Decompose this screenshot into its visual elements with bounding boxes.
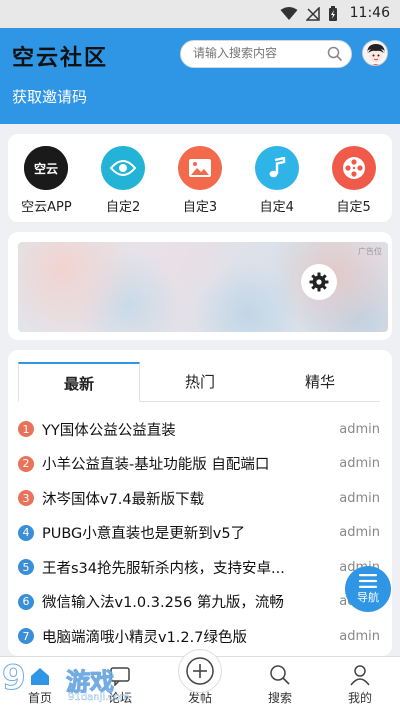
tab-label: 论坛 bbox=[107, 691, 132, 705]
banner-card: 广告位 bbox=[8, 232, 392, 340]
app-logo-icon: 空云 bbox=[24, 146, 69, 190]
list-item[interactable]: 2 小羊公益直装-基址功能版 自配端口 admin bbox=[18, 447, 380, 482]
quick-link-custom4[interactable]: 自定4 bbox=[241, 146, 313, 215]
tab-search[interactable]: 搜索 bbox=[240, 657, 320, 710]
search-bar[interactable] bbox=[180, 40, 352, 68]
rank-badge: 3 bbox=[18, 490, 34, 507]
tab-hot[interactable]: 热门 bbox=[140, 362, 260, 401]
quick-link-label: 自定5 bbox=[336, 200, 371, 215]
post-feed-card: 最新 热门 精华 1 YY国体公益公益直装 admin 2 小羊公益直装-基址功… bbox=[8, 350, 392, 656]
quick-link-label: 空云APP bbox=[21, 200, 72, 215]
rank-badge: 5 bbox=[18, 559, 34, 576]
plus-circle-icon bbox=[178, 649, 222, 693]
battery-icon bbox=[329, 6, 337, 21]
tab-post[interactable]: 发帖 bbox=[160, 649, 240, 710]
bottom-tab-bar: 首页 论坛 发帖 搜索 我的 bbox=[0, 649, 400, 710]
ad-tag: 广告位 bbox=[358, 247, 382, 256]
quick-link-custom3[interactable]: 自定3 bbox=[164, 146, 236, 215]
tab-latest[interactable]: 最新 bbox=[18, 362, 140, 402]
invite-code-link[interactable]: 获取邀请码 bbox=[12, 86, 87, 107]
post-list: 1 YY国体公益公益直装 admin 2 小羊公益直装-基址功能版 自配端口 a… bbox=[18, 412, 380, 654]
post-author: admin bbox=[339, 628, 380, 644]
app-logo: 空云社区 bbox=[12, 45, 109, 71]
forum-icon bbox=[110, 667, 130, 686]
status-bar: 11:46 bbox=[0, 0, 400, 28]
post-author: admin bbox=[339, 525, 380, 541]
rank-badge: 2 bbox=[18, 455, 34, 472]
post-title[interactable]: 小羊公益直装-基址功能版 自配端口 bbox=[42, 453, 324, 474]
navigation-fab[interactable]: 导航 bbox=[345, 566, 391, 612]
image-icon bbox=[177, 146, 222, 190]
app-header: 空云社区 获取邀请码 bbox=[0, 28, 400, 124]
tab-forum[interactable]: 论坛 bbox=[80, 657, 160, 710]
quick-link-label: 自定3 bbox=[182, 200, 218, 215]
list-item[interactable]: 3 沐岑国体v7.4最新版下载 admin bbox=[18, 481, 380, 516]
tab-label: 我的 bbox=[347, 691, 372, 705]
rank-badge: 1 bbox=[18, 421, 34, 438]
banner-settings-button[interactable] bbox=[301, 264, 337, 300]
post-title[interactable]: 王者s34抢先服斩杀内核，支持安卓... bbox=[42, 557, 324, 578]
tab-label: 搜索 bbox=[267, 691, 292, 705]
post-author: admin bbox=[339, 456, 380, 472]
post-title[interactable]: 沐岑国体v7.4最新版下载 bbox=[42, 488, 324, 509]
list-item[interactable]: 5 王者s34抢先服斩杀内核，支持安卓... admin bbox=[18, 550, 380, 585]
post-title[interactable]: 微信输入法v1.0.3.256 第九版，流畅 bbox=[42, 591, 324, 612]
post-author: admin bbox=[339, 490, 380, 506]
rank-badge: 6 bbox=[18, 593, 34, 610]
avatar-face-icon bbox=[363, 41, 387, 65]
post-title[interactable]: 电脑端滴哦小精灵v1.2.7绿色版 bbox=[42, 626, 324, 647]
tab-home[interactable]: 首页 bbox=[0, 657, 80, 710]
status-icons bbox=[280, 6, 338, 22]
ad-banner[interactable]: 广告位 bbox=[18, 242, 388, 332]
search-input[interactable] bbox=[193, 46, 323, 60]
quick-link-label: 自定2 bbox=[106, 200, 141, 215]
tab-profile[interactable]: 我的 bbox=[320, 657, 400, 710]
list-item[interactable]: 1 YY国体公益公益直装 admin bbox=[18, 412, 380, 447]
rank-badge: 7 bbox=[18, 628, 34, 645]
feed-tabs: 最新 热门 精华 bbox=[18, 362, 380, 402]
list-item[interactable]: 4 PUBG小意直装也是更新到v5了 admin bbox=[18, 516, 380, 551]
gear-icon bbox=[309, 272, 329, 292]
quick-link-custom5[interactable]: 自定5 bbox=[318, 146, 390, 215]
wifi-icon bbox=[280, 7, 298, 20]
music-note-icon bbox=[254, 146, 299, 190]
film-reel-icon bbox=[331, 146, 376, 190]
quick-link-app[interactable]: 空云 空云APP bbox=[10, 146, 82, 215]
home-icon bbox=[31, 668, 49, 685]
post-title[interactable]: PUBG小意直装也是更新到v5了 bbox=[42, 522, 324, 543]
svg-text:空云: 空云 bbox=[34, 161, 58, 176]
fab-label: 导航 bbox=[357, 590, 379, 604]
post-author: admin bbox=[339, 421, 380, 437]
tab-label: 首页 bbox=[27, 691, 52, 705]
tab-featured[interactable]: 精华 bbox=[260, 362, 380, 401]
user-avatar[interactable] bbox=[362, 40, 388, 66]
quick-link-label: 自定4 bbox=[259, 200, 294, 215]
signal-off-icon bbox=[306, 7, 320, 21]
post-title[interactable]: YY国体公益公益直装 bbox=[42, 419, 324, 440]
quick-links-card: 空云 空云APP 自定2 自定3 自定4 自定5 bbox=[8, 134, 392, 222]
rank-badge: 4 bbox=[18, 524, 34, 541]
search-icon[interactable] bbox=[327, 46, 343, 62]
menu-icon bbox=[359, 573, 377, 588]
user-icon bbox=[350, 665, 370, 686]
quick-link-custom2[interactable]: 自定2 bbox=[87, 146, 159, 215]
search-icon bbox=[270, 665, 290, 685]
clock: 11:46 bbox=[349, 5, 390, 21]
list-item[interactable]: 6 微信输入法v1.0.3.256 第九版，流畅 admin bbox=[18, 585, 380, 620]
eye-icon bbox=[101, 146, 146, 190]
